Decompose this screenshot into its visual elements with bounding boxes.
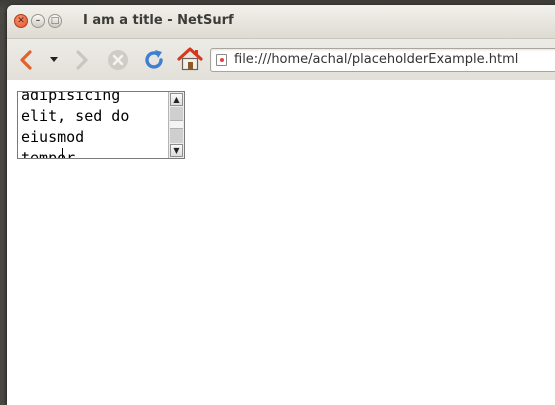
browser-window: ✕ – □ I am a title - NetSurf file:///hom… <box>7 5 555 405</box>
scroll-track[interactable] <box>170 107 183 143</box>
forward-button[interactable] <box>71 48 93 72</box>
text-area[interactable]: adipisicing elit, sed do eiusmod tempor … <box>17 91 185 159</box>
back-button[interactable] <box>15 48 37 72</box>
title-bar: ✕ – □ I am a title - NetSurf <box>7 5 555 39</box>
scroll-down-button[interactable]: ▼ <box>170 144 183 157</box>
navigation-toolbar: file:///home/achal/placeholderExample.ht… <box>7 39 555 80</box>
page-content: adipisicing elit, sed do eiusmod tempor … <box>7 81 555 405</box>
window-title: I am a title - NetSurf <box>83 13 234 28</box>
url-text: file:///home/achal/placeholderExample.ht… <box>234 52 519 67</box>
minimize-icon: – <box>35 15 41 26</box>
stop-button[interactable] <box>106 48 130 72</box>
home-button[interactable] <box>176 45 204 73</box>
text-caret <box>62 148 63 158</box>
close-button[interactable]: ✕ <box>14 14 28 28</box>
history-dropdown-button[interactable] <box>45 48 63 72</box>
scroll-thumb[interactable] <box>170 120 183 129</box>
maximize-icon: □ <box>50 15 60 26</box>
scroll-up-button[interactable]: ▲ <box>170 93 183 106</box>
text-area-content: adipisicing elit, sed do eiusmod tempor <box>21 91 130 159</box>
file-icon <box>216 54 227 66</box>
vertical-scrollbar[interactable]: ▲ ▼ <box>168 92 184 158</box>
back-arrow-icon <box>20 50 32 70</box>
home-icon <box>177 47 203 71</box>
maximize-button[interactable]: □ <box>48 14 62 28</box>
minimize-button[interactable]: – <box>31 14 45 28</box>
dropdown-arrow-icon <box>50 57 58 62</box>
url-bar[interactable]: file:///home/achal/placeholderExample.ht… <box>210 48 555 72</box>
forward-arrow-icon <box>76 50 88 70</box>
reload-icon <box>145 50 163 69</box>
reload-button[interactable] <box>141 47 167 73</box>
down-arrow-icon: ▼ <box>173 146 180 155</box>
up-arrow-icon: ▲ <box>173 95 180 104</box>
close-icon: ✕ <box>17 15 25 26</box>
stop-icon <box>108 50 128 70</box>
